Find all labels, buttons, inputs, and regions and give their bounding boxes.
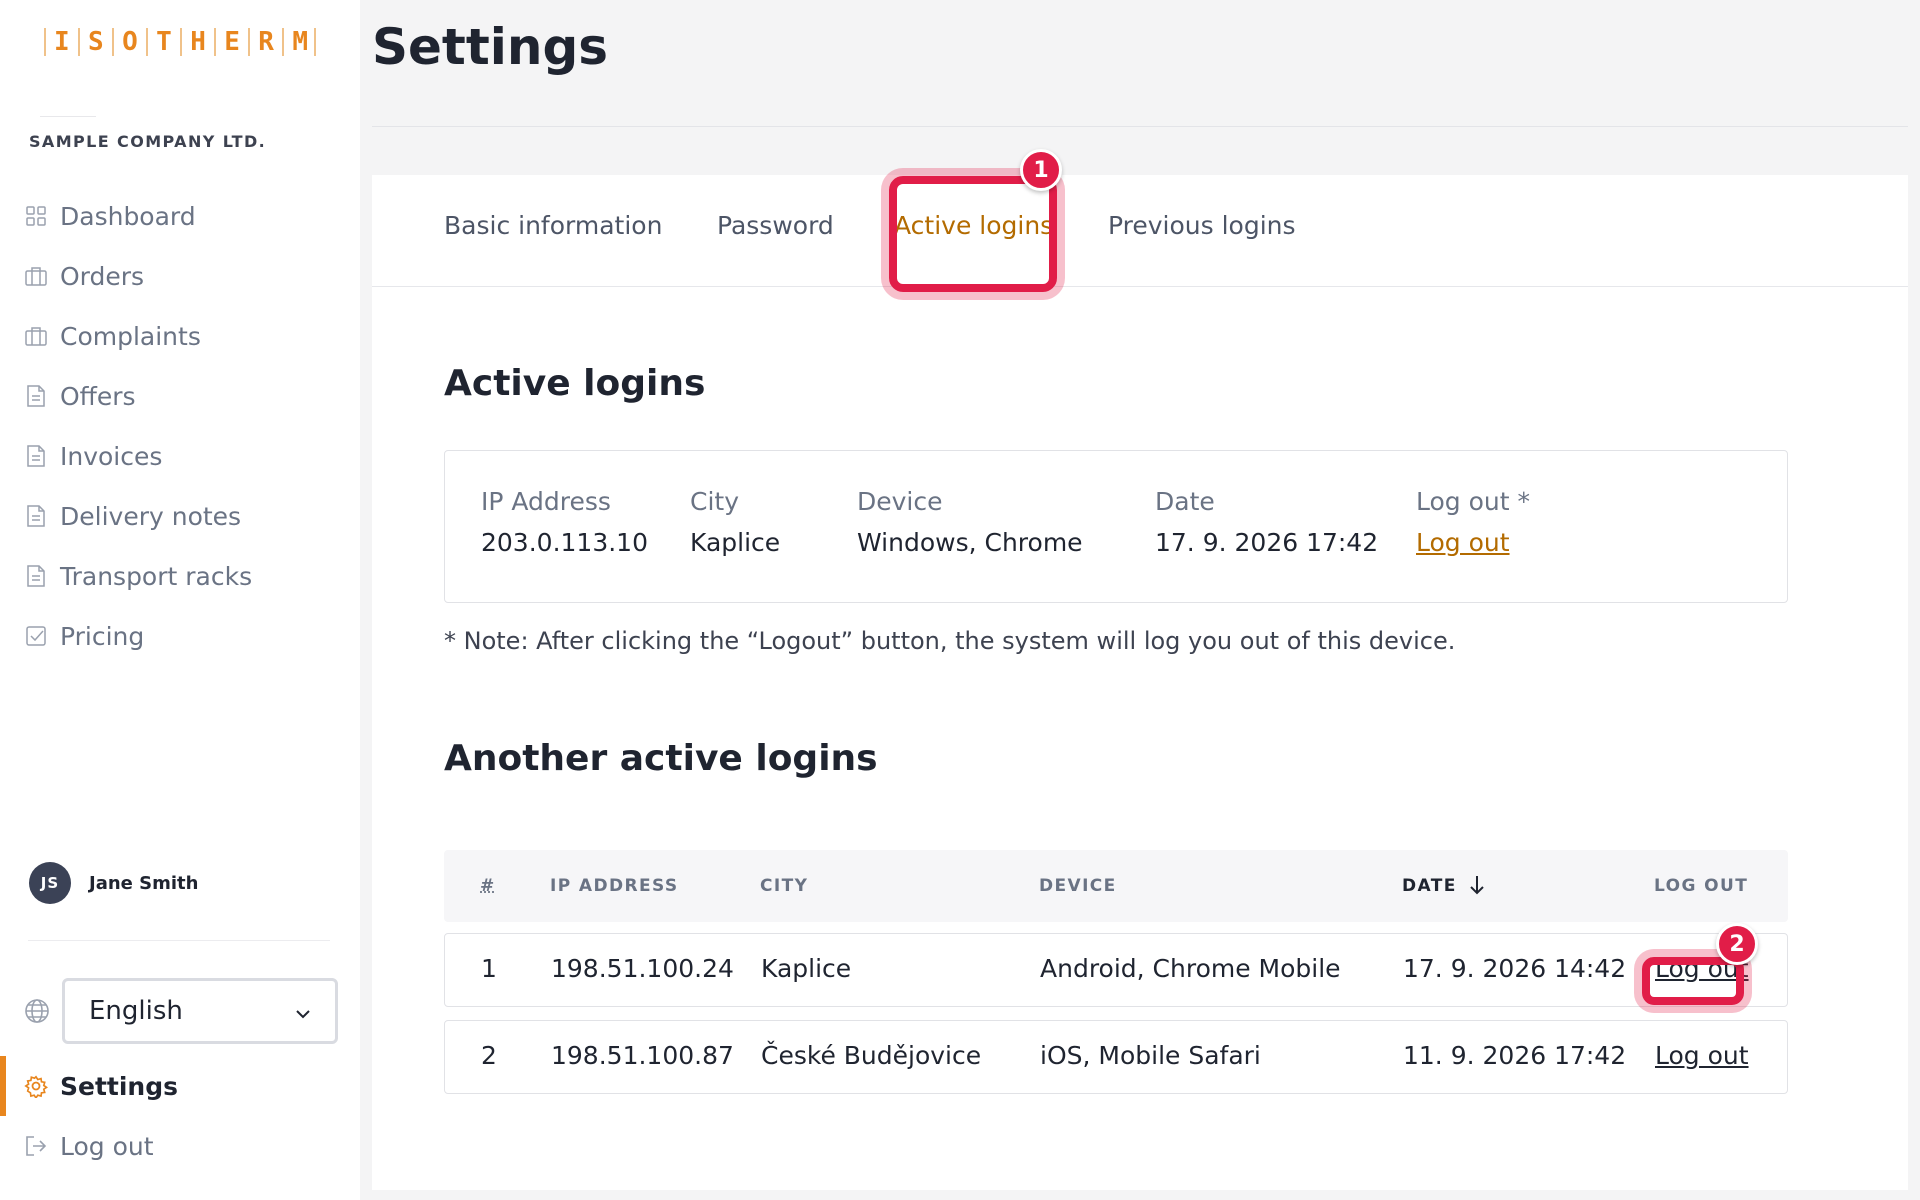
- table-header: # IP ADDRESS CITY DEVICE DATE LOG OUT: [444, 850, 1788, 922]
- column-label: IP Address: [481, 487, 611, 516]
- tab-previous-logins[interactable]: Previous logins: [1108, 211, 1296, 240]
- document-icon: [24, 504, 48, 528]
- current-ip-column: IP Address 203.0.113.10: [481, 487, 648, 557]
- language-select-value: English: [89, 996, 183, 1026]
- current-device-column: Device Windows, Chrome: [857, 487, 1083, 557]
- row-ip: 198.51.100.87: [551, 1041, 734, 1070]
- sidebar-nav: Dashboard Orders Complaints Offers Invoi…: [0, 186, 360, 666]
- user-name: Jane Smith: [89, 872, 199, 894]
- sidebar-item-label: Complaints: [60, 321, 201, 351]
- row-number: 1: [481, 954, 497, 983]
- current-date: 17. 9. 2026 17:42: [1155, 528, 1379, 557]
- row-city: Kaplice: [761, 954, 852, 983]
- tab-basic-information[interactable]: Basic information: [444, 211, 662, 240]
- sidebar-item-settings[interactable]: Settings: [0, 1056, 360, 1116]
- current-city: Kaplice: [690, 528, 781, 557]
- sidebar-item-label: Settings: [60, 1071, 179, 1101]
- sidebar-item-complaints[interactable]: Complaints: [0, 306, 360, 366]
- sidebar-item-transport-racks[interactable]: Transport racks: [0, 546, 360, 606]
- briefcase-icon: [24, 324, 48, 348]
- row-city: České Budějovice: [761, 1041, 982, 1070]
- current-logout-link[interactable]: Log out: [1416, 528, 1530, 557]
- sidebar-item-label: Dashboard: [60, 201, 196, 231]
- current-logout-column: Log out * Log out: [1416, 487, 1530, 557]
- sidebar-item-orders[interactable]: Orders: [0, 246, 360, 306]
- row-date: 11. 9. 2026 17:42: [1403, 1041, 1627, 1070]
- column-header-date[interactable]: DATE: [1402, 876, 1457, 896]
- column-label: City: [690, 487, 739, 516]
- annotation-badge-2: 2: [1716, 923, 1758, 965]
- row-date: 17. 9. 2026 14:42: [1403, 954, 1627, 983]
- row-device: Android, Chrome Mobile: [1040, 954, 1341, 983]
- row-device: iOS, Mobile Safari: [1040, 1041, 1261, 1070]
- table-row: 2 198.51.100.87 České Budějovice iOS, Mo…: [444, 1020, 1788, 1094]
- user-profile[interactable]: JS Jane Smith: [29, 862, 198, 904]
- arrow-down-icon[interactable]: [1468, 874, 1486, 900]
- sidebar-item-label: Offers: [60, 381, 136, 411]
- sidebar-item-invoices[interactable]: Invoices: [0, 426, 360, 486]
- tab-bar: Basic information Password Active logins…: [372, 175, 1908, 287]
- sidebar: I S O T H E R M SAMPLE COMPANY LTD. Dash…: [0, 0, 360, 1200]
- row-logout-link[interactable]: Log out: [1655, 1041, 1749, 1070]
- language-select[interactable]: English: [62, 978, 338, 1044]
- title-divider: [372, 126, 1908, 127]
- column-label: Date: [1155, 487, 1215, 516]
- sidebar-item-delivery-notes[interactable]: Delivery notes: [0, 486, 360, 546]
- annotation-highlight-2: [1642, 957, 1744, 1005]
- company-name: SAMPLE COMPANY LTD.: [29, 132, 267, 151]
- logout-note: * Note: After clicking the “Logout” butt…: [444, 627, 1456, 655]
- sidebar-item-offers[interactable]: Offers: [0, 366, 360, 426]
- checkbox-icon: [24, 624, 48, 648]
- current-city-column: City Kaplice: [690, 487, 780, 557]
- annotation-badge-1: 1: [1020, 149, 1062, 191]
- grid-icon: [24, 204, 48, 228]
- chevron-down-icon: [295, 996, 311, 1026]
- sidebar-item-label: Log out: [60, 1131, 154, 1161]
- sidebar-item-logout[interactable]: Log out: [0, 1116, 360, 1176]
- column-label: Device: [857, 487, 943, 516]
- column-header-device[interactable]: DEVICE: [1039, 876, 1117, 896]
- language-row: English: [24, 978, 338, 1044]
- sidebar-item-label: Orders: [60, 261, 145, 291]
- settings-card: Basic information Password Active logins…: [372, 149, 1908, 1190]
- page-title: Settings: [372, 18, 609, 76]
- avatar: JS: [29, 862, 71, 904]
- briefcase-icon: [24, 264, 48, 288]
- sidebar-item-pricing[interactable]: Pricing: [0, 606, 360, 666]
- sidebar-item-label: Pricing: [60, 621, 145, 651]
- document-icon: [24, 564, 48, 588]
- annotation-highlight-1: [889, 176, 1057, 292]
- document-icon: [24, 444, 48, 468]
- current-login-box: IP Address 203.0.113.10 City Kaplice Dev…: [444, 450, 1788, 603]
- active-indicator: [0, 1056, 6, 1116]
- column-header-logout: LOG OUT: [1654, 876, 1749, 896]
- column-label: Log out *: [1416, 487, 1530, 516]
- globe-icon: [24, 998, 50, 1024]
- sidebar-item-label: Transport racks: [60, 561, 253, 591]
- column-header-ip[interactable]: IP ADDRESS: [550, 876, 679, 896]
- table-row: 1 198.51.100.24 Kaplice Android, Chrome …: [444, 933, 1788, 1007]
- tab-password[interactable]: Password: [717, 211, 834, 240]
- column-header-number[interactable]: #: [480, 876, 496, 896]
- row-number: 2: [481, 1041, 497, 1070]
- active-logins-heading: Active logins: [444, 363, 706, 404]
- current-date-column: Date 17. 9. 2026 17:42: [1155, 487, 1378, 557]
- sidebar-item-label: Delivery notes: [60, 501, 242, 531]
- row-ip: 198.51.100.24: [551, 954, 734, 983]
- current-device: Windows, Chrome: [857, 528, 1083, 557]
- column-header-city[interactable]: CITY: [760, 876, 808, 896]
- sidebar-item-dashboard[interactable]: Dashboard: [0, 186, 360, 246]
- gear-icon: [24, 1074, 48, 1098]
- document-icon: [24, 384, 48, 408]
- sidebar-item-label: Invoices: [60, 441, 163, 471]
- isotherm-logo[interactable]: I S O T H E R M: [44, 24, 316, 60]
- current-ip: 203.0.113.10: [481, 528, 648, 557]
- other-logins-heading: Another active logins: [444, 738, 878, 779]
- logo-divider: [40, 116, 96, 117]
- logout-icon: [24, 1134, 48, 1158]
- sidebar-divider: [28, 940, 330, 941]
